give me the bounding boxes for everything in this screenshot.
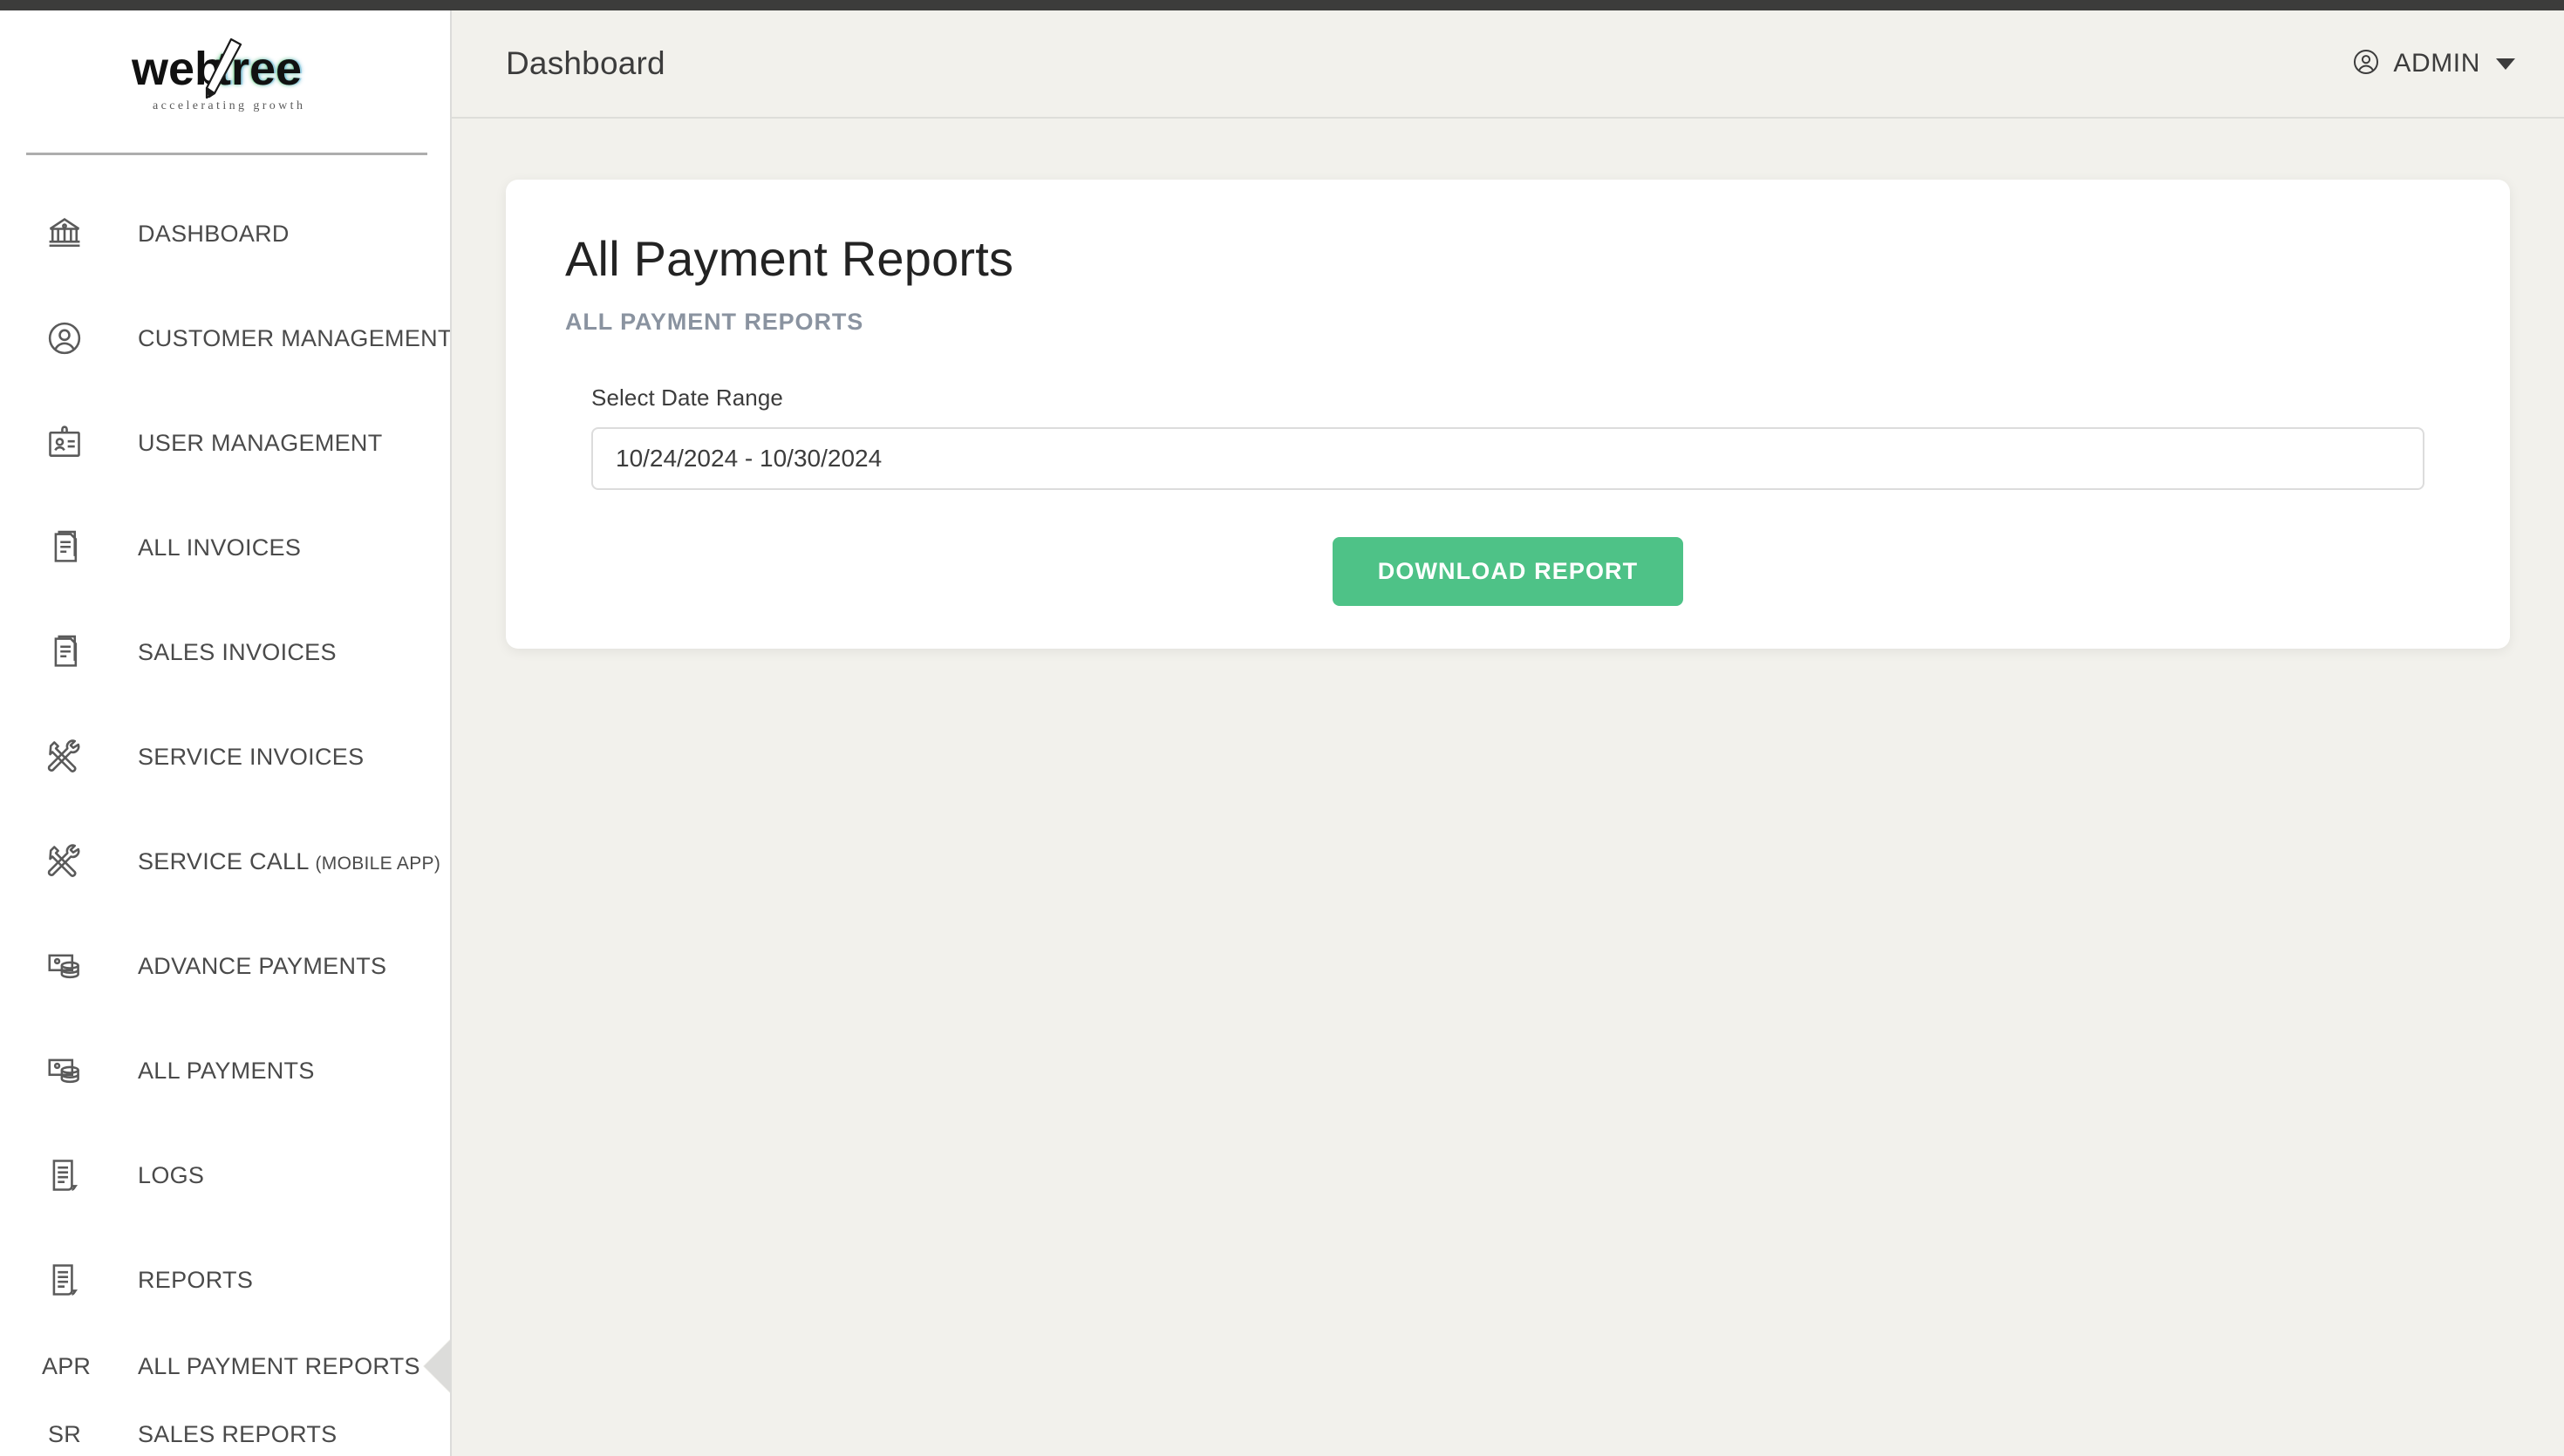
card-actions: DOWNLOAD REPORT [565, 536, 2451, 606]
sidebar-item-abbr: APR [42, 1352, 92, 1379]
webtree-logo-icon: tree tree web tree accelerating growth [116, 34, 334, 118]
bank-building-icon [42, 211, 87, 256]
sidebar-item-label-main: SERVICE CALL [138, 847, 316, 874]
sidebar-item-all-payments[interactable]: ALL PAYMENTS [0, 1018, 450, 1123]
tools-icon [42, 734, 87, 779]
sidebar-item-label: ALL PAYMENTS [138, 1057, 315, 1084]
sidebar-item-user-management[interactable]: USER MANAGEMENT [0, 391, 450, 495]
sidebar-item-label: SALES INVOICES [138, 638, 337, 665]
document-icon [42, 629, 87, 675]
sidebar-item-sales-invoices[interactable]: SALES INVOICES [0, 600, 450, 704]
sidebar-item-label: SERVICE INVOICES [138, 743, 365, 770]
user-menu-label: ADMIN [2393, 49, 2480, 78]
top-header: Dashboard ADMIN [452, 10, 2564, 119]
sidebar-item-sales-reports[interactable]: SR SALES REPORTS [0, 1400, 450, 1456]
sidebar-item-label: USER MANAGEMENT [138, 429, 383, 456]
sidebar-nav: DASHBOARD CUSTOMER MANAGEMENT USER MANAG… [0, 181, 450, 1456]
card-title: All Payment Reports [565, 231, 1014, 286]
sidebar-item-label: SALES REPORTS [138, 1420, 338, 1447]
card-subtitle: ALL PAYMENT REPORTS [565, 308, 864, 335]
date-range-input[interactable] [591, 426, 2424, 490]
date-range-label: Select Date Range [591, 384, 783, 411]
user-menu-dropdown[interactable]: ADMIN [2351, 47, 2515, 81]
sidebar-item-customer-management[interactable]: CUSTOMER MANAGEMENT [0, 286, 450, 391]
sidebar-item-abbr: SR [48, 1420, 81, 1447]
sidebar-divider [26, 153, 427, 155]
sidebar-item-label: DASHBOARD [138, 220, 290, 247]
payment-money-icon [42, 943, 87, 989]
user-circle-icon [2351, 47, 2381, 81]
active-item-caret-icon [423, 1337, 450, 1396]
browser-chrome-strip [0, 0, 2564, 10]
user-circle-icon [42, 316, 87, 361]
svg-text:accelerating growth: accelerating growth [153, 99, 305, 112]
chevron-down-icon [2496, 58, 2515, 70]
document-icon [42, 525, 87, 570]
sidebar-item-service-call-mobile-app[interactable]: SERVICE CALL (MOBILE APP) [0, 809, 450, 914]
sidebar-item-label: ALL PAYMENT REPORTS [138, 1352, 420, 1379]
sidebar-item-label: ALL INVOICES [138, 534, 302, 561]
sidebar-item-label: SERVICE CALL (MOBILE APP) [138, 848, 440, 875]
sidebar-item-all-invoices[interactable]: ALL INVOICES [0, 495, 450, 600]
sidebar-item-label: ADVANCE PAYMENTS [138, 952, 387, 979]
sidebar-item-dashboard[interactable]: DASHBOARD [0, 181, 450, 286]
sidebar-item-advance-payments[interactable]: ADVANCE PAYMENTS [0, 914, 450, 1018]
tools-icon [42, 839, 87, 884]
sidebar-item-label-sub: (MOBILE APP) [315, 853, 441, 874]
payment-money-icon [42, 1048, 87, 1093]
sidebar-item-service-invoices[interactable]: SERVICE INVOICES [0, 704, 450, 809]
sidebar-item-reports[interactable]: REPORTS [0, 1228, 450, 1332]
brand-logo[interactable]: tree tree web tree accelerating growth [0, 10, 450, 141]
sidebar-item-label: LOGS [138, 1161, 205, 1188]
sidebar-item-logs[interactable]: LOGS [0, 1123, 450, 1228]
page-title: Dashboard [506, 45, 665, 81]
scroll-document-icon [42, 1257, 87, 1303]
date-range-field: Select Date Range [565, 384, 2451, 490]
sidebar-item-label: CUSTOMER MANAGEMENT [138, 324, 452, 351]
sidebar-item-all-payment-reports[interactable]: APR ALL PAYMENT REPORTS [0, 1332, 450, 1400]
id-badge-icon [42, 420, 87, 466]
app-shell: tree tree web tree accelerating growth D… [0, 10, 2564, 1456]
sidebar: tree tree web tree accelerating growth D… [0, 10, 452, 1456]
scroll-document-icon [42, 1153, 87, 1198]
download-report-button[interactable]: DOWNLOAD REPORT [1332, 536, 1684, 606]
all-payment-reports-card: All Payment Reports ALL PAYMENT REPORTS … [506, 180, 2510, 649]
main-content: All Payment Reports ALL PAYMENT REPORTS … [452, 120, 2564, 1456]
sidebar-item-label: REPORTS [138, 1266, 254, 1293]
